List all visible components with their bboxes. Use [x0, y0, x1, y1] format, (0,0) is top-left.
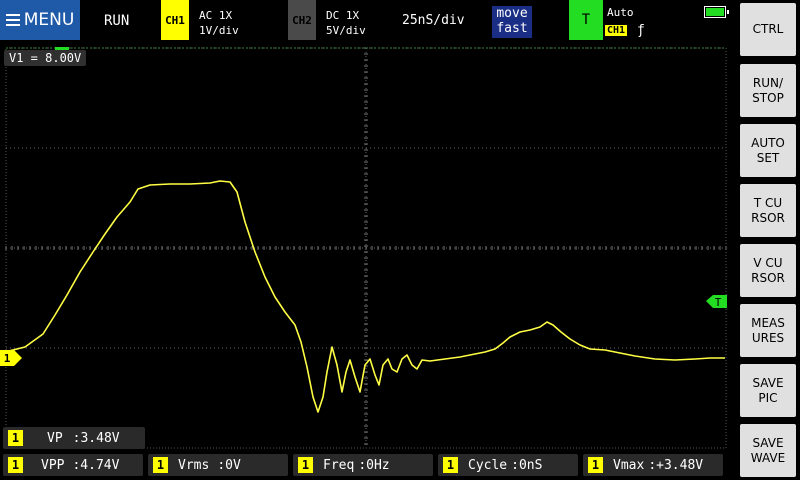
move-line2: fast	[496, 21, 528, 36]
t-cursor-button[interactable]: T CU RSOR	[740, 184, 796, 237]
ch1-level-marker[interactable]: 1	[0, 348, 24, 368]
measure-label: Cycle	[468, 457, 508, 473]
save-pic-button[interactable]: SAVE PIC	[740, 364, 796, 417]
ch1-settings[interactable]: AC 1X 1V/div	[199, 8, 239, 38]
ctrl-button[interactable]: CTRL	[740, 3, 796, 56]
ch1-button[interactable]: CH1	[161, 0, 189, 40]
measure-vp[interactable]: 1 VP :3.48V	[3, 427, 145, 449]
measure-label: VP	[47, 430, 63, 446]
waveform-display[interactable]: T	[5, 47, 727, 449]
ch2-scale: 5V/div	[326, 24, 366, 37]
move-line1: move	[496, 6, 528, 21]
measure-label: Freq	[323, 457, 355, 473]
measures-button[interactable]: MEAS URES	[740, 304, 796, 357]
ch1-coupling: AC 1X	[199, 9, 233, 22]
measure-value: :4.74V	[72, 457, 120, 473]
measure-cycle[interactable]: 1 Cycle :0nS	[438, 454, 578, 476]
trigger-mode[interactable]: Auto	[607, 6, 634, 19]
rising-edge-icon[interactable]: ƒ	[637, 23, 645, 38]
measure-value: :0V	[217, 457, 241, 473]
svg-text:1: 1	[4, 352, 11, 365]
trigger-marker[interactable]: T	[706, 295, 727, 309]
run-stop-button[interactable]: RUN/ STOP	[740, 64, 796, 117]
run-status[interactable]: RUN	[104, 13, 129, 29]
battery-icon	[704, 6, 729, 18]
measure-vmax[interactable]: 1 Vmax :+3.48V	[583, 454, 723, 476]
v1-readout: V1 = 8.00V	[4, 50, 87, 66]
measure-freq[interactable]: 1 Freq :0Hz	[293, 454, 433, 476]
grid-lines	[5, 47, 727, 449]
measure-vrms[interactable]: 1 Vrms :0V	[148, 454, 288, 476]
v-cursor-button[interactable]: V CU RSOR	[740, 244, 796, 297]
ch2-settings[interactable]: DC 1X 5V/div	[326, 8, 366, 38]
measure-value: :0Hz	[358, 457, 390, 473]
menu-label: MENU	[23, 10, 75, 30]
ch2-button[interactable]: CH2	[288, 0, 316, 40]
measure-label: VPP	[41, 457, 65, 473]
auto-set-button[interactable]: AUTO SET	[740, 124, 796, 177]
measure-label: Vmax	[613, 457, 645, 473]
measure-value: :+3.48V	[648, 457, 704, 473]
menu-button[interactable]: MENU	[0, 0, 80, 40]
trigger-button[interactable]: T	[569, 0, 603, 40]
move-speed-button[interactable]: move fast	[492, 6, 532, 38]
measure-label: Vrms	[178, 457, 210, 473]
measure-vpp[interactable]: 1 VPP :4.74V	[3, 454, 143, 476]
ch2-coupling: DC 1X	[326, 9, 360, 22]
trigger-channel[interactable]: CH1	[605, 25, 628, 36]
measure-value: :3.48V	[72, 430, 120, 446]
timebase[interactable]: 25nS/div	[402, 13, 465, 28]
measure-value: :0nS	[511, 457, 543, 473]
save-wave-button[interactable]: SAVE WAVE	[740, 424, 796, 477]
hamburger-icon	[5, 14, 20, 26]
svg-text:T: T	[715, 296, 722, 309]
ch1-scale: 1V/div	[199, 24, 239, 37]
